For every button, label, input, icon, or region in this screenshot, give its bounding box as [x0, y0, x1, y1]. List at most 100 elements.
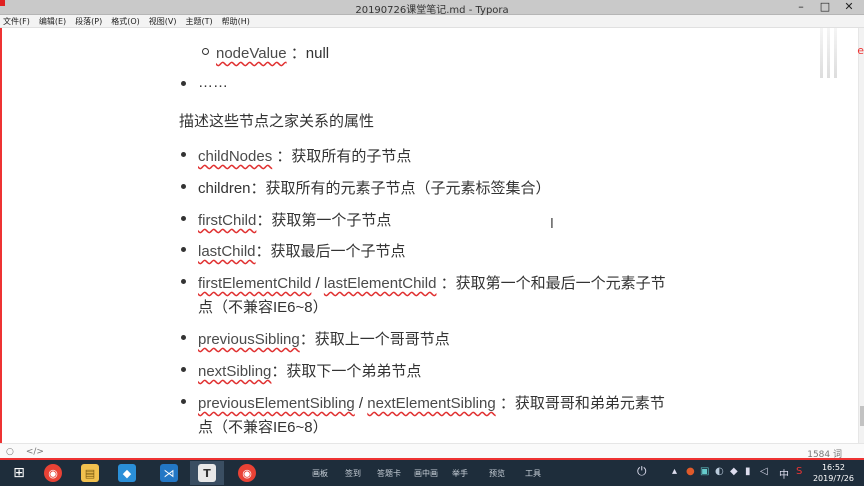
item-text: ：获取第一个子节点: [256, 212, 392, 229]
menu-paragraph[interactable]: 段落(P): [75, 15, 102, 27]
toolbar-preview[interactable]: 预览: [489, 468, 505, 479]
item-text: ：获取最后一个子节点: [255, 243, 406, 260]
vscode-icon: ⋊: [160, 464, 178, 482]
term-firstelementchild: firstElementChild: [198, 275, 312, 292]
list-item: firstChild：获取第一个子节点: [198, 209, 391, 230]
list-bullet: [181, 335, 186, 340]
term-lastelementchild: lastElementChild: [323, 275, 437, 292]
network-icon[interactable]: ▮: [745, 466, 751, 477]
toolbar-checkin[interactable]: 签到: [345, 468, 361, 479]
taskbar-app-chrome[interactable]: ◉: [36, 461, 70, 485]
ime-icon[interactable]: S: [796, 466, 802, 477]
power-icon[interactable]: ⏻: [637, 464, 647, 479]
term-firstchild: firstChild: [198, 212, 257, 229]
taskbar-app-typora[interactable]: T: [190, 461, 224, 485]
list-bullet: [181, 184, 186, 189]
menu-help[interactable]: 帮助(H): [222, 15, 250, 27]
volume-icon[interactable]: ◁: [760, 466, 768, 477]
taskbar-app-chrome-2[interactable]: ◉: [230, 461, 264, 485]
tray-app-icon[interactable]: ◆: [730, 466, 738, 477]
term-previouselementsibling: previousElementSibling: [198, 395, 355, 412]
menu-theme[interactable]: 主题(T): [185, 15, 212, 27]
toolbar-raise-hand[interactable]: 举手: [452, 468, 468, 479]
window-controls: – □ ✕: [794, 0, 856, 14]
outline-toggle-icon[interactable]: ○: [6, 447, 14, 457]
taskbar-app-vscode[interactable]: ⋊: [152, 461, 186, 485]
app-blue-icon: ◆: [118, 464, 136, 482]
folder-icon: ▤: [81, 464, 99, 482]
list-item: children：获取所有的元素子节点（子元素标签集合）: [198, 180, 551, 197]
term-previoussibling: previousSibling: [198, 331, 300, 348]
list-bullet: [181, 81, 186, 86]
taskbar-app-blue[interactable]: ◆: [110, 461, 144, 485]
item-text: ：获取哥哥和弟弟元素节: [495, 395, 665, 412]
list-item: childNodes ：获取所有的子节点: [198, 145, 411, 166]
edge-character: e: [857, 44, 864, 57]
menu-edit[interactable]: 编辑(E): [39, 15, 66, 27]
list-bullet: [202, 48, 209, 55]
close-button[interactable]: ✕: [842, 0, 856, 14]
maximize-button[interactable]: □: [818, 0, 832, 14]
item-text: ：获取上一个哥哥节点: [299, 331, 450, 348]
clock-date: 2019/7/26: [812, 474, 854, 483]
input-language[interactable]: 中: [779, 466, 789, 481]
minimize-button[interactable]: –: [794, 0, 808, 14]
item-separator: /: [354, 395, 368, 412]
term-childnodes: childNodes: [198, 148, 273, 165]
paragraph: 描述这些节点之家关系的属性: [179, 113, 375, 130]
list-item-continuation: 点（不兼容IE6~8）: [198, 419, 328, 436]
item-text: ：获取第一个和最后一个元素子节: [436, 275, 666, 292]
typora-icon: T: [198, 464, 216, 482]
clock-time: 16:52: [821, 463, 846, 472]
list-bullet: [181, 367, 186, 372]
item-separator: /: [311, 275, 324, 292]
chrome-icon: ◉: [238, 464, 256, 482]
start-button[interactable]: ⊞: [2, 461, 36, 485]
term-nextsibling: nextSibling: [198, 363, 272, 380]
scrollbar-thumb[interactable]: [860, 406, 864, 426]
list-bullet: [181, 247, 186, 252]
term-nodevalue: nodeValue: [216, 45, 287, 62]
source-mode-icon[interactable]: </>: [26, 447, 44, 457]
tray-arrow-icon[interactable]: ▴: [672, 466, 677, 477]
toolbar-tools[interactable]: 工具: [525, 468, 541, 479]
menu-bar: 文件(F) 编辑(E) 段落(P) 格式(O) 视图(V) 主题(T) 帮助(H…: [0, 15, 864, 28]
tray-app-icon[interactable]: ▣: [700, 466, 709, 477]
windows-logo-icon: ⊞: [13, 465, 25, 481]
item-text: ：获取所有的子节点: [272, 148, 412, 165]
term-lastchild: lastChild: [198, 243, 256, 260]
taskbar-app-explorer[interactable]: ▤: [73, 461, 107, 485]
list-item: firstElementChild / lastElementChild ：获取…: [198, 272, 666, 293]
menu-format[interactable]: 格式(O): [111, 15, 140, 27]
system-clock[interactable]: 16:52 2019/7/26: [813, 462, 854, 484]
list-item: lastChild：获取最后一个子节点: [198, 240, 406, 261]
list-item-continuation: 点（不兼容IE6~8）: [198, 299, 328, 316]
chrome-icon: ◉: [44, 464, 62, 482]
list-item: previousSibling：获取上一个哥哥节点: [198, 328, 450, 349]
list-bullet: [181, 152, 186, 157]
menu-view[interactable]: 视图(V): [149, 15, 177, 27]
tray-app-icon[interactable]: ●: [686, 466, 695, 477]
list-item: ……: [198, 74, 228, 91]
list-item: nextSibling：获取下一个弟弟节点: [198, 360, 421, 381]
list-bullet: [181, 216, 186, 221]
menu-file[interactable]: 文件(F): [3, 15, 30, 27]
scrollbar[interactable]: [858, 28, 864, 443]
decorative-stripes: [820, 28, 844, 78]
editor-area[interactable]: nodeValue ：null …… 描述这些节点之家关系的属性 childNo…: [0, 28, 858, 443]
window-title: 20190726课堂笔记.md - Typora: [355, 5, 509, 16]
term-nextelementsibling: nextElementSibling: [367, 395, 496, 412]
title-bar: 20190726课堂笔记.md - Typora – □ ✕: [0, 0, 864, 16]
toolbar-draw[interactable]: 画板: [312, 468, 328, 479]
tray-app-icon[interactable]: ◐: [715, 466, 724, 477]
list-item: previousElementSibling / nextElementSibl…: [198, 392, 665, 413]
list-bullet: [181, 279, 186, 284]
item-text: ：null: [286, 45, 330, 62]
list-bullet: [181, 399, 186, 404]
item-text: ：获取下一个弟弟节点: [271, 363, 422, 380]
list-item: nodeValue ：null: [216, 42, 329, 63]
toolbar-pip[interactable]: 画中画: [414, 468, 438, 479]
toolbar-answer-card[interactable]: 答题卡: [377, 468, 401, 479]
taskbar: ⊞ ◉ ▤ ◆ ⋊ T ◉ 画板 签到 答题卡 画中画 举手 预览 工具 ⏻ ▴…: [0, 460, 864, 486]
text-cursor-icon: I: [550, 217, 554, 232]
